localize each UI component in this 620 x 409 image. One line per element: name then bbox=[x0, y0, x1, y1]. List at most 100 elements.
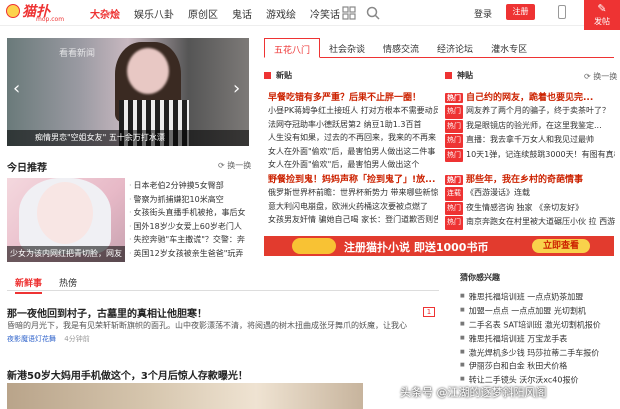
featured-slider[interactable]: 看看新闻 ‹ › 痴情男恋"空姐女友" 五十余万打水漂 bbox=[7, 38, 249, 146]
site-logo[interactable]: 猫扑 mop.com bbox=[4, 1, 78, 25]
list-item[interactable]: 女孩男友奸情 骗她自己喝 家长：登门道歉否则告 bbox=[268, 213, 438, 227]
category-tabs: 五花八门 社会杂谈 情感交流 经济论坛 灌水专区 bbox=[264, 38, 614, 58]
today-refresh[interactable]: ⟳ 换一换 bbox=[218, 160, 251, 171]
feed-tabs: 新鲜事 热傍 bbox=[7, 271, 439, 294]
hot-posts-label: 神贴 bbox=[457, 71, 473, 80]
today-featured-image[interactable]: 少女为该内网红把青切脸，网友 bbox=[7, 178, 125, 262]
tab-emotion[interactable]: 情感交流 bbox=[374, 38, 428, 57]
right-headline[interactable]: 热门 自己约的网友，跪着也要见完... bbox=[445, 90, 593, 103]
nav-item-ghost-stories[interactable]: 鬼话 bbox=[232, 6, 252, 21]
hot-tag: 热门 bbox=[445, 148, 463, 163]
list-item-text: 10天1弹，记连续鼓跳3000天！有图有真相 bbox=[466, 149, 615, 159]
tab-water[interactable]: 灌水专区 bbox=[482, 38, 536, 57]
serial-tag: 连载 bbox=[445, 187, 463, 201]
slider-caption[interactable]: 痴情男恋"空姐女友" 五十余万打水漂 bbox=[7, 130, 249, 146]
mobile-phone-icon[interactable] bbox=[558, 5, 566, 19]
list-item[interactable]: 女人在外面"偷欢"后，最害怕男人做出这二件事 bbox=[268, 145, 438, 159]
search-icon[interactable] bbox=[364, 4, 382, 22]
list-item[interactable]: 雅思托福培训班 万宝龙手表 bbox=[460, 332, 618, 346]
today-image-caption[interactable]: 少女为该内网红把青切脸，网友 bbox=[7, 246, 125, 262]
grid-menu-icon[interactable] bbox=[340, 4, 358, 22]
list-item[interactable]: 警察为抓捕嫌犯10米高空 bbox=[129, 193, 249, 207]
tab-fresh[interactable]: 新鲜事 bbox=[15, 276, 43, 294]
today-photo-face bbox=[37, 182, 93, 244]
list-item[interactable]: 人生没有如果，过去的不再回来，我来的不再来 bbox=[268, 131, 438, 145]
list-item[interactable]: 热门 直播：我去拿千万女人和我见过最帅 bbox=[445, 133, 615, 148]
list-item[interactable]: 意大利闪电崩盘，欧洲火药桶这次要被点燃了 bbox=[268, 200, 438, 214]
banner-text: 注册猫扑小说 即送1000书币 bbox=[344, 241, 489, 254]
tab-economy[interactable]: 经济论坛 bbox=[428, 38, 482, 57]
post-button[interactable]: ✎ 发帖 bbox=[584, 0, 620, 30]
register-button[interactable]: 注册 bbox=[506, 4, 535, 20]
news-refresh[interactable]: ⟳ 换一换 bbox=[584, 71, 617, 82]
list-item[interactable]: 热门 夜生情感咨询 独家 《亲切友好》 bbox=[445, 201, 615, 216]
login-link[interactable]: 登录 bbox=[474, 7, 492, 20]
list-item[interactable]: 雅思托福培训班 一点点奶茶加盟 bbox=[460, 290, 618, 304]
novel-promo-banner[interactable]: 注册猫扑小说 即送1000书币 立即查看 bbox=[264, 236, 614, 256]
comment-count-badge[interactable]: 1 bbox=[423, 307, 435, 317]
left-news-list: 小昼PK蒋姆争红土接班人 打对方根本不需要动员 法网夺冠助率小德跃居第2 纳豆1… bbox=[268, 104, 438, 172]
list-item[interactable]: 加盟一点点 一点点加盟 光切割机 bbox=[460, 304, 618, 318]
nav-item-original[interactable]: 原创区 bbox=[188, 6, 218, 21]
list-item[interactable]: 英国12岁女孩被亲生爸爸"玩弄 bbox=[129, 247, 249, 261]
new-posts-header: 新贴 bbox=[264, 70, 292, 81]
nav-item-games[interactable]: 游戏绘 bbox=[266, 6, 296, 21]
hot-tag: 热门 bbox=[445, 201, 463, 216]
banner-view-button[interactable]: 立即查看 bbox=[532, 239, 590, 253]
list-item[interactable]: 失控奔驰"车主撒谎"？交警：奔 bbox=[129, 233, 249, 247]
cat-logo-icon bbox=[6, 4, 20, 18]
left-headline-2[interactable]: 野餐捡到鬼！妈妈声称「捡到鬼了」!放... bbox=[268, 172, 435, 185]
new-posts-label: 新贴 bbox=[276, 71, 292, 80]
list-item-text: 南京奔跑女在村里被大道碾压小伙 拉 西游 bbox=[466, 217, 615, 227]
edit-icon: ✎ bbox=[597, 2, 607, 15]
list-item[interactable]: 热门 网友养了两个月的骗子，终于卖茶叶了？ bbox=[445, 104, 615, 119]
interest-title: 猜你感兴趣 bbox=[460, 273, 500, 282]
hot-tag: 热门 bbox=[445, 119, 463, 134]
left-headline[interactable]: 早餐吃错有多严重？后果不止胖一圈！ bbox=[268, 90, 421, 103]
article-2-image[interactable] bbox=[7, 383, 363, 409]
slider-photo-face bbox=[127, 48, 169, 94]
right-headline-2[interactable]: 热门 那些年，我在乡村的奇葩情事 bbox=[445, 172, 583, 185]
main-nav: 大杂烩 娱乐八卦 原创区 鬼话 游戏绘 冷笑话 bbox=[90, 6, 354, 21]
tab-hot-list[interactable]: 热傍 bbox=[59, 276, 77, 289]
list-item[interactable]: 俄罗斯世界杯前瞻：世界杯新势力 带来哪些新惊喜 bbox=[268, 186, 438, 200]
article-summary: 昏暗的月光下，我是有见荣轩斩断旗帜的面孔。山中夜影漂荡不清，将阅遇的树木扭曲成张… bbox=[7, 321, 407, 330]
slider-prev-icon[interactable]: ‹ bbox=[13, 78, 20, 99]
list-item-text: 直播：我去拿千万女人和我见过最帅 bbox=[466, 135, 594, 145]
hot-tag: 热门 bbox=[445, 93, 463, 103]
hot-posts-header: 神贴 bbox=[445, 70, 473, 81]
tab-wuhuabamen[interactable]: 五花八门 bbox=[264, 38, 321, 58]
nav-item-jokes[interactable]: 冷笑话 bbox=[310, 6, 340, 21]
right-news-list-2: 连载 《西游漫话》连载 热门 夜生情感咨询 独家 《亲切友好》 热门 南京奔跑女在村里… bbox=[445, 186, 615, 230]
slider-next-icon[interactable]: › bbox=[233, 78, 240, 99]
list-item[interactable]: 法网夺冠助率小德跃居第2 纳豆1助1.3百首 bbox=[268, 118, 438, 132]
right-news-list: 热门 网友养了两个月的骗子，终于卖茶叶了？ 热门 我是眼镜店的验光师，在这里我鉴定.… bbox=[445, 104, 615, 163]
list-item[interactable]: 激光焊机多少钱 玛莎拉蒂二手车报价 bbox=[460, 346, 618, 360]
nav-item-entertainment[interactable]: 娱乐八卦 bbox=[134, 6, 174, 21]
hot-tag: 热门 bbox=[445, 175, 463, 185]
post-button-label: 发帖 bbox=[594, 17, 610, 26]
list-item[interactable]: 伊丽莎白和白金 秋田犬价格 bbox=[460, 359, 618, 373]
list-item[interactable]: 国外18岁少女爱上60岁老门人 bbox=[129, 220, 249, 234]
list-item[interactable]: 热门 10天1弹，记连续鼓跳3000天！有图有真相 bbox=[445, 148, 615, 163]
article-title[interactable]: 那一夜他回到村子，古墓里的真相让他胆寒！ bbox=[7, 305, 207, 320]
right-headline-text: 自己约的网友，跪着也要见完... bbox=[466, 93, 594, 103]
today-refresh-label: 换一换 bbox=[227, 161, 252, 170]
list-item[interactable]: 连载 《西游漫话》连载 bbox=[445, 186, 615, 201]
nav-item-dazahui[interactable]: 大杂烩 bbox=[90, 6, 120, 21]
today-title: 今日推荐 bbox=[7, 163, 47, 174]
top-header: 猫扑 mop.com 大杂烩 娱乐八卦 原创区 鬼话 游戏绘 冷笑话 登录 注册… bbox=[0, 0, 620, 30]
list-item[interactable]: 热门 我是眼镜店的验光师，在这里我鉴定... bbox=[445, 119, 615, 134]
list-item[interactable]: 二手名表 SAT培训班 激光切割机报价 bbox=[460, 318, 618, 332]
left-news-list-2: 俄罗斯世界杯前瞻：世界杯新势力 带来哪些新惊喜 意大利闪电崩盘，欧洲火药桶这次要… bbox=[268, 186, 438, 227]
list-item[interactable]: 女孩街头直播手机被抢，事后女 bbox=[129, 206, 249, 220]
right-headline-2-text: 那些年，我在乡村的奇葩情事 bbox=[466, 175, 584, 185]
article-source[interactable]: 夜影魔语灯花舞 bbox=[7, 335, 56, 343]
article-title-2[interactable]: 新港50岁大妈用手机做这个，3个月后惊人存款曝光！ bbox=[7, 367, 248, 382]
list-item[interactable]: 日本老伯2分钟摸5女臀部 bbox=[129, 179, 249, 193]
tab-society[interactable]: 社会杂谈 bbox=[320, 38, 374, 57]
list-item[interactable]: 小昼PK蒋姆争红土接班人 打对方根本不需要动员 bbox=[268, 104, 438, 118]
list-item[interactable]: 热门 南京奔跑女在村里被大道碾压小伙 拉 西游 bbox=[445, 215, 615, 230]
list-item[interactable]: 女人在外面"偷欢"后，最害怕男人做出这个 bbox=[268, 158, 438, 172]
list-item-text: 我是眼镜店的验光师，在这里我鉴定... bbox=[466, 120, 602, 130]
